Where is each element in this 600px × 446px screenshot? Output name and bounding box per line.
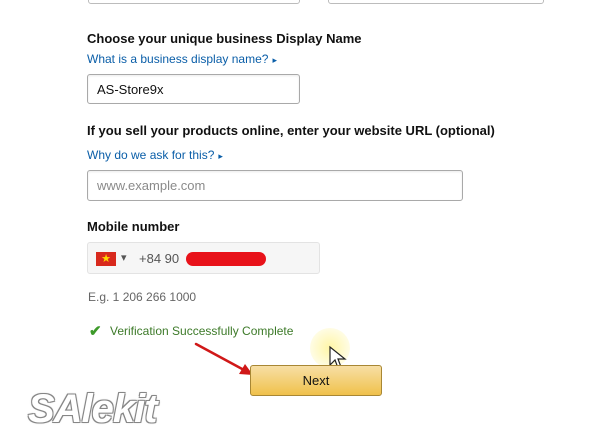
website-url-input[interactable]: www.example.com: [87, 170, 463, 201]
phone-example-hint: E.g. 1 206 266 1000: [88, 290, 197, 304]
website-label: If you sell your products online, enter …: [87, 123, 495, 138]
display-name-help-link[interactable]: What is a business display name? ▸: [87, 52, 277, 66]
caret-right-icon: ▸: [218, 151, 223, 161]
website-url-placeholder: www.example.com: [97, 178, 206, 193]
next-button[interactable]: Next: [250, 365, 382, 396]
verification-status: Verification Successfully Complete: [110, 324, 294, 338]
next-button-label: Next: [302, 373, 330, 388]
display-name-help-text[interactable]: What is a business display name?: [87, 52, 268, 66]
website-help-link[interactable]: Why do we ask for this? ▸: [87, 148, 223, 162]
redacted-phone-number: [186, 252, 266, 266]
country-dropdown-icon[interactable]: ▾: [121, 251, 127, 264]
caret-right-icon: ▸: [272, 55, 277, 65]
previous-field-right[interactable]: [328, 0, 544, 4]
website-help-text[interactable]: Why do we ask for this?: [87, 148, 214, 162]
mobile-number-label: Mobile number: [87, 219, 180, 234]
display-name-value: AS-Store9x: [97, 81, 164, 97]
watermark-logo: SAlekit: [28, 387, 158, 431]
display-name-label: Choose your unique business Display Name: [87, 31, 362, 46]
display-name-input[interactable]: AS-Store9x: [87, 74, 300, 104]
previous-field-left[interactable]: [88, 0, 300, 4]
vietnam-flag-icon[interactable]: ★: [96, 252, 116, 266]
check-icon: ✔: [89, 323, 102, 340]
country-code-prefix: +84 90: [139, 251, 180, 266]
star-icon: ★: [101, 253, 111, 265]
